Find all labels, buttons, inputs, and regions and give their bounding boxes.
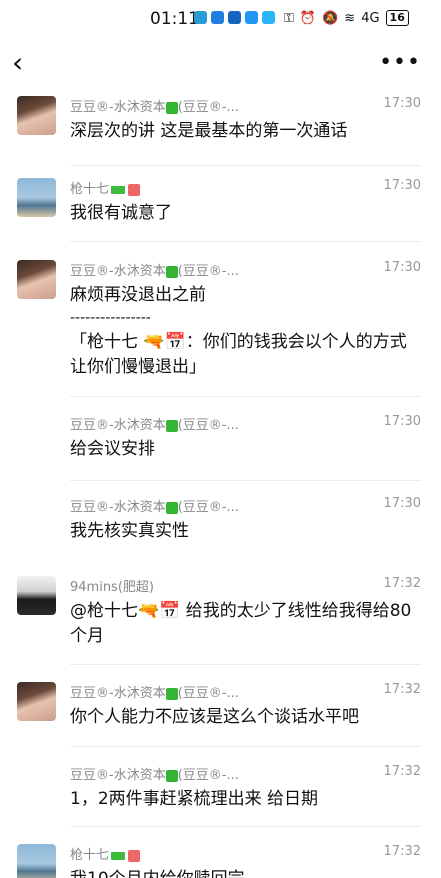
- sender-name: 豆豆®-水沐资本 (豆豆®-...: [70, 418, 239, 433]
- message-item: 94mins(肥超) 17:32 @枪十七🔫📅 给我的太少了线性给我得给80个月: [0, 574, 441, 665]
- sender-name: 豆豆®-水沐资本 (豆豆®-...: [70, 264, 239, 279]
- avatar[interactable]: [17, 178, 56, 217]
- message-time: 17:32: [383, 682, 421, 697]
- message-time: 17:30: [383, 178, 421, 193]
- avatar[interactable]: [17, 682, 56, 721]
- app-notification-icon: [228, 11, 241, 24]
- message-time: 17:32: [383, 844, 421, 859]
- gun-icon: [111, 185, 126, 194]
- app-notification-icon: [262, 11, 275, 24]
- message-time: 17:32: [383, 764, 421, 779]
- alarm-icon: ⏰: [299, 10, 317, 26]
- message-text: @枪十七🔫📅 给我的太少了线性给我得给80个月: [70, 601, 412, 646]
- message-item: 豆豆®-水沐资本 (豆豆®-... 17:32 1，2两件事赶紧梳理出来 给日期: [0, 762, 441, 830]
- signal-icon: 4G: [361, 10, 380, 26]
- top-nav: ‹ •••: [0, 40, 441, 90]
- gun-icon: [111, 851, 126, 860]
- avatar[interactable]: [17, 844, 56, 878]
- message-text: 1，2两件事赶紧梳理出来 给日期: [70, 789, 319, 809]
- message-item: 豆豆®-水沐资本 (豆豆®-... 17:32 你个人能力不应该是这么个谈话水平吧: [0, 680, 441, 748]
- sender-name: 豆豆®-水沐资本 (豆豆®-...: [70, 100, 239, 115]
- more-options-button[interactable]: •••: [379, 50, 421, 75]
- sender-name: 94mins(肥超): [70, 580, 154, 595]
- divider: [70, 241, 421, 242]
- sender-name: 枪十七: [70, 178, 141, 197]
- message-text: 麻烦再没退出之前: [70, 285, 206, 305]
- sender-name: 豆豆®-水沐资本 (豆豆®-...: [70, 686, 239, 701]
- divider: [70, 826, 421, 827]
- message-text: 你个人能力不应该是这么个谈话水平吧: [70, 707, 359, 727]
- sender-name: 枪十七: [70, 844, 141, 863]
- verified-icon: [165, 265, 178, 278]
- verified-icon: [165, 501, 178, 514]
- message-time: 17:30: [383, 260, 421, 275]
- message-time: 17:30: [383, 414, 421, 429]
- message-item: 豆豆®-水沐资本 (豆豆®-... 17:30 麻烦再没退出之前 --------…: [0, 256, 441, 397]
- message-item: 豆豆®-水沐资本 (豆豆®-... 17:30 我先核实真实性: [0, 492, 441, 560]
- mute-icon: 🔕: [322, 10, 339, 26]
- divider: [70, 165, 421, 166]
- system-icons: ⚿ ⏰ 🔕 ≋ 4G 16: [284, 10, 409, 26]
- battery-icon: 16: [385, 10, 409, 26]
- message-text: 我10个月内给你赎回完: [70, 867, 420, 878]
- message-text: 我很有诚意了: [70, 203, 172, 223]
- message-time: 17:30: [383, 496, 421, 511]
- notification-icons: [194, 11, 275, 24]
- message-time: 17:30: [383, 96, 421, 111]
- quoted-message[interactable]: 「枪十七 🔫📅：你们的钱我会以个人的方式让你们慢慢退出」: [70, 330, 420, 380]
- sender-name: 豆豆®-水沐资本 (豆豆®-...: [70, 500, 239, 515]
- verified-icon: [165, 687, 178, 700]
- message-text: 给会议安排: [70, 439, 155, 459]
- app-notification-icon: [211, 11, 224, 24]
- message-item: 枪十七 17:30 我很有诚意了: [0, 174, 441, 242]
- key-icon: ⚿: [284, 10, 294, 26]
- divider: [70, 746, 421, 747]
- app-notification-icon: [245, 11, 258, 24]
- message-item: 枪十七 17:32 我10个月内给你赎回完: [0, 844, 441, 878]
- avatar[interactable]: [17, 96, 56, 135]
- calendar-icon: [128, 849, 141, 862]
- status-bar: 01:11 ⚿ ⏰ 🔕 ≋ 4G 16: [0, 0, 441, 40]
- verified-icon: [165, 419, 178, 432]
- back-button[interactable]: ‹: [12, 49, 23, 77]
- message-item: 豆豆®-水沐资本 (豆豆®-... 17:30 给会议安排: [0, 410, 441, 481]
- calendar-icon: [128, 183, 141, 196]
- divider: [70, 664, 421, 665]
- divider: [70, 396, 421, 397]
- sender-name: 豆豆®-水沐资本 (豆豆®-...: [70, 768, 239, 783]
- divider: [70, 480, 421, 481]
- quote-separator: ----------------: [70, 310, 151, 326]
- app-notification-icon: [194, 11, 207, 24]
- avatar[interactable]: [17, 576, 56, 615]
- wifi-icon: ≋: [344, 10, 356, 26]
- verified-icon: [165, 101, 178, 114]
- message-item: 豆豆®-水沐资本 (豆豆®-... 17:30 深层次的讲 这是最基本的第一次通话: [0, 92, 441, 166]
- verified-icon: [165, 769, 178, 782]
- message-text: 深层次的讲 这是最基本的第一次通话: [70, 121, 348, 141]
- message-text: 我先核实真实性: [70, 521, 189, 541]
- message-time: 17:32: [383, 576, 421, 591]
- avatar[interactable]: [17, 260, 56, 299]
